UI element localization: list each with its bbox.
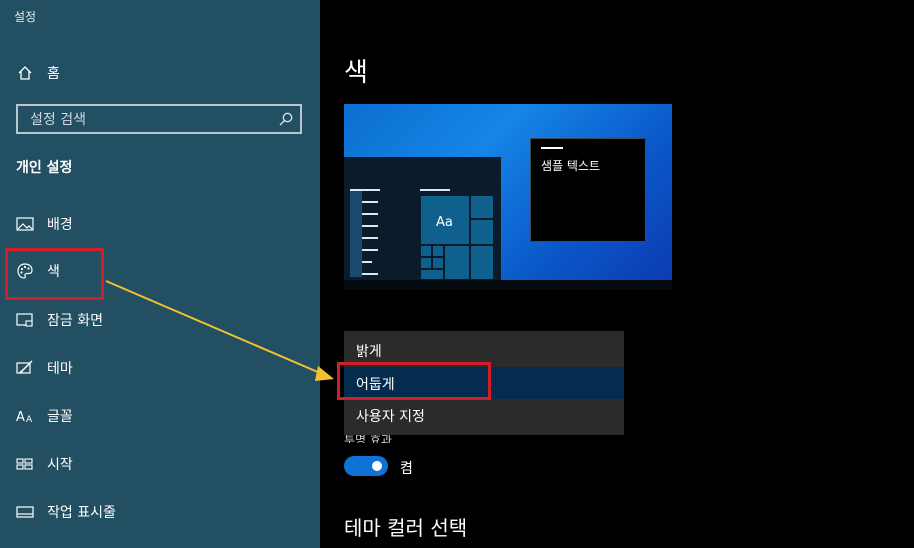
search-box[interactable] (16, 104, 302, 134)
transparency-toggle[interactable] (344, 456, 388, 476)
preview-line (350, 189, 380, 191)
window-title: 설정 (14, 10, 37, 24)
sidebar-item-label: 잠금 화면 (47, 313, 103, 329)
preview-tile (432, 257, 444, 269)
toggle-knob (372, 461, 382, 471)
theme-preview: Aa 샘플 텍스트 (344, 104, 672, 290)
sidebar-item-label: 홈 (47, 66, 60, 82)
preview-line (362, 225, 378, 227)
transparency-label: 투명 효과 (344, 435, 392, 443)
sidebar-item-home[interactable]: 홈 (0, 53, 320, 93)
search-input[interactable] (28, 109, 272, 131)
highlight-box-dark-option (337, 362, 491, 400)
preview-tile (420, 269, 444, 280)
preview-line (362, 213, 378, 215)
accent-color-section-title: 테마 컬러 선택 (344, 516, 468, 540)
sidebar-item-fonts[interactable]: AA 글꼴 (0, 396, 320, 436)
font-icon: AA (16, 407, 34, 425)
sidebar-item-taskbar[interactable]: 작업 표시줄 (0, 492, 320, 532)
preview-line (362, 237, 378, 239)
preview-tile (470, 195, 494, 219)
toggle-state-label: 켬 (400, 461, 413, 477)
dropdown-option-label: 밝게 (356, 344, 382, 360)
start-icon (16, 455, 34, 473)
sidebar-item-background[interactable]: 배경 (0, 204, 320, 244)
sidebar-item-theme[interactable]: 테마 (0, 348, 320, 388)
preview-line (362, 201, 378, 203)
dropdown-option-custom[interactable]: 사용자 지정 (344, 399, 624, 431)
preview-tile (444, 245, 470, 280)
preview-window-text: 샘플 텍스트 (541, 159, 601, 173)
page-title: 색 (344, 58, 368, 88)
taskbar-icon (16, 503, 34, 521)
preview-rail (350, 189, 362, 277)
preview-tile (432, 245, 444, 257)
sidebar-item-label: 글꼴 (47, 409, 73, 425)
home-icon (16, 64, 34, 82)
preview-line (362, 249, 378, 251)
sidebar-item-start[interactable]: 시작 (0, 444, 320, 484)
section-title: 개인 설정 (16, 160, 73, 176)
theme-brush-icon (16, 359, 34, 377)
sidebar-item-label: 테마 (47, 361, 73, 377)
preview-tile (470, 245, 494, 280)
preview-window-bar (541, 147, 563, 149)
image-icon (16, 215, 34, 233)
preview-tile (470, 219, 494, 245)
preview-window: 샘플 텍스트 (530, 138, 646, 242)
preview-line (362, 261, 372, 263)
svg-text:A: A (26, 415, 33, 424)
sidebar-item-label: 작업 표시줄 (47, 505, 116, 521)
sidebar-item-label: 배경 (47, 217, 73, 233)
search-icon[interactable] (278, 111, 294, 127)
dropdown-option-label: 사용자 지정 (356, 409, 425, 425)
preview-taskbar (344, 280, 672, 290)
preview-start-menu: Aa (344, 157, 501, 280)
preview-tile (420, 257, 432, 269)
svg-text:A: A (16, 410, 25, 424)
sidebar-item-lock-screen[interactable]: 잠금 화면 (0, 300, 320, 340)
highlight-box-color-item (5, 248, 104, 300)
preview-tile-text: Aa (436, 215, 453, 230)
preview-line (362, 273, 378, 275)
preview-line (420, 189, 450, 191)
sidebar-item-label: 시작 (47, 457, 73, 473)
lock-screen-icon (16, 311, 34, 329)
preview-tile (420, 245, 432, 257)
